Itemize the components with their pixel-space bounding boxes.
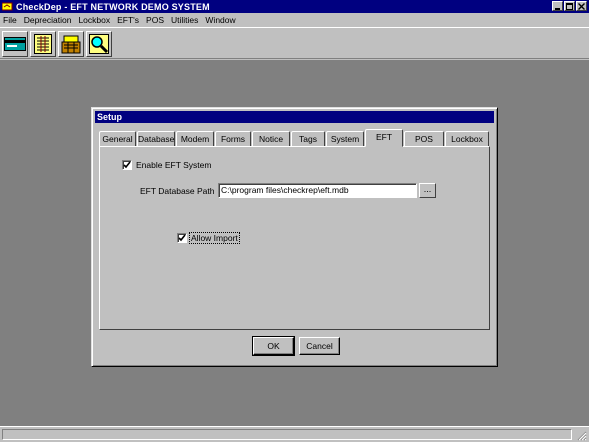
toolbar — [0, 27, 589, 59]
minimize-button[interactable] — [552, 1, 563, 11]
minimize-icon — [555, 7, 560, 10]
allow-import-checkbox[interactable] — [177, 233, 187, 243]
menu-pos[interactable]: POS — [146, 15, 164, 25]
enable-eft-label[interactable]: Enable EFT System — [136, 160, 211, 170]
ok-button[interactable]: OK — [252, 336, 295, 356]
tab-modem[interactable]: Modem — [176, 131, 214, 146]
db-path-input[interactable]: C:\program files\checkrep\eft.mdb — [218, 183, 417, 198]
tab-notice[interactable]: Notice — [252, 131, 290, 146]
maximize-icon — [566, 2, 573, 10]
resize-grip-icon[interactable] — [575, 429, 587, 441]
toolbar-register-button[interactable] — [58, 31, 84, 57]
tab-database[interactable]: Database — [137, 131, 175, 146]
allow-import-label[interactable]: Allow Import — [189, 232, 240, 244]
tab-system[interactable]: System — [326, 131, 364, 146]
dialog-title: Setup — [95, 111, 494, 123]
close-icon — [578, 2, 585, 10]
menu-window[interactable]: Window — [205, 15, 235, 25]
tab-lockbox[interactable]: Lockbox — [445, 131, 489, 146]
status-bar — [0, 426, 589, 442]
app-icon[interactable] — [2, 2, 13, 11]
toolbar-card-button[interactable] — [2, 31, 28, 57]
menu-file[interactable]: File — [3, 15, 17, 25]
status-panel — [2, 429, 572, 440]
ledger-icon — [34, 34, 52, 54]
db-path-label: EFT Database Path — [140, 186, 215, 196]
menu-efts[interactable]: EFT's — [117, 15, 139, 25]
menu-depreciation[interactable]: Depreciation — [24, 15, 72, 25]
tab-forms[interactable]: Forms — [215, 131, 251, 146]
tab-pos[interactable]: POS — [404, 131, 444, 146]
menu-bar: File Depreciation Lockbox EFT's POS Util… — [0, 13, 589, 26]
cancel-button[interactable]: Cancel — [299, 337, 340, 355]
tab-tags[interactable]: Tags — [291, 131, 325, 146]
magnifier-icon — [89, 34, 109, 54]
window-controls — [552, 1, 587, 11]
menu-utilities[interactable]: Utilities — [171, 15, 198, 25]
close-button[interactable] — [576, 1, 587, 11]
db-path-browse-button[interactable]: ... — [419, 183, 436, 198]
toolbar-ledger-button[interactable] — [30, 31, 56, 57]
setup-dialog: Setup General Database Modem Forms Notic… — [91, 107, 498, 367]
app-titlebar: CheckDep - EFT NETWORK DEMO SYSTEM — [0, 0, 589, 13]
toolbar-search-button[interactable] — [86, 31, 112, 57]
tab-panel-eft: Enable EFT System EFT Database Path C:\p… — [99, 146, 490, 330]
tab-general[interactable]: General — [99, 131, 136, 146]
enable-eft-checkbox[interactable] — [122, 160, 132, 170]
card-icon — [4, 37, 26, 51]
tab-eft[interactable]: EFT — [365, 129, 403, 147]
maximize-button[interactable] — [564, 1, 575, 11]
checkmark-icon — [123, 161, 131, 169]
cash-register-icon — [61, 35, 81, 54]
app-title: CheckDep - EFT NETWORK DEMO SYSTEM — [16, 1, 210, 12]
menu-lockbox[interactable]: Lockbox — [78, 15, 110, 25]
checkmark-icon — [178, 234, 186, 242]
